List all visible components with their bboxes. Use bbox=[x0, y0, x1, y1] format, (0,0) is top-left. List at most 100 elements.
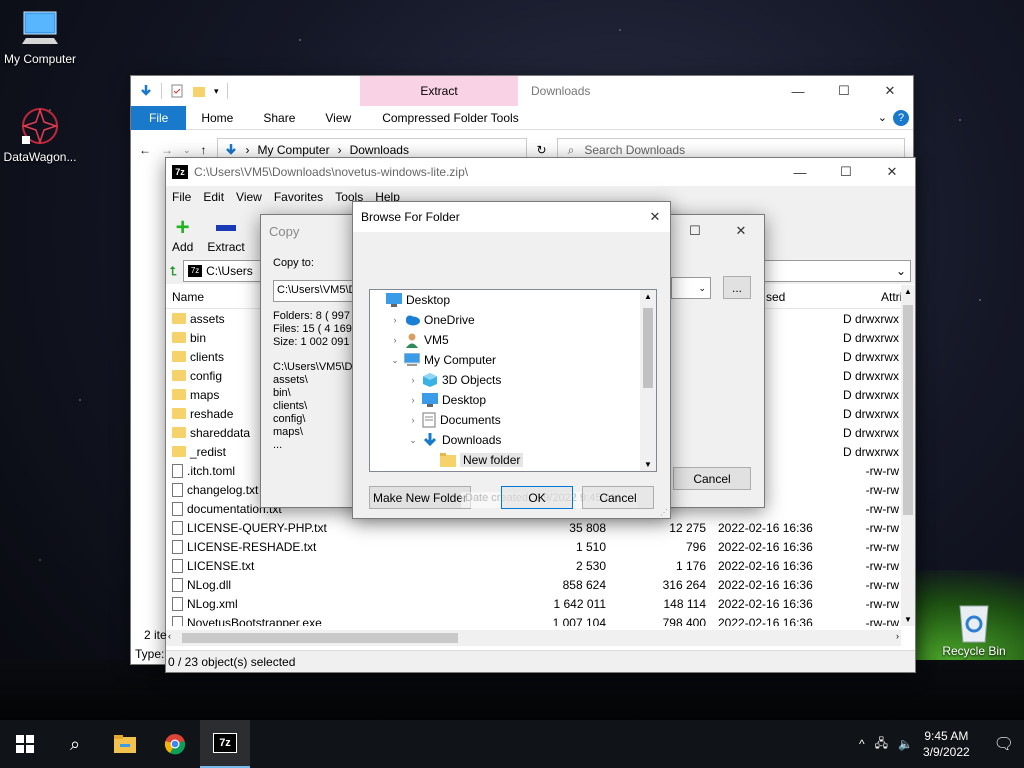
browse-cancel-button[interactable]: Cancel bbox=[582, 486, 654, 509]
tree-item[interactable]: New folder bbox=[370, 450, 656, 470]
scroll-left-icon[interactable]: ‹ bbox=[168, 631, 171, 641]
maximize-button[interactable]: ☐ bbox=[821, 76, 867, 106]
maximize-button[interactable]: ☐ bbox=[823, 158, 869, 186]
folder-up-icon[interactable]: ⮤ bbox=[170, 264, 177, 279]
tree-item[interactable]: › VM5 bbox=[370, 330, 656, 350]
recent-locations-icon[interactable]: ⌄ bbox=[183, 145, 191, 156]
file-list-row[interactable]: NLog.xml 1 642 011 148 114 2022-02-16 16:36… bbox=[166, 594, 901, 613]
up-arrow-icon[interactable]: ↑ bbox=[201, 143, 207, 157]
tree-item[interactable]: › Desktop bbox=[370, 390, 656, 410]
add-button[interactable]: + Add bbox=[172, 216, 193, 255]
column-modified[interactable]: sed bbox=[766, 290, 785, 304]
scroll-right-icon[interactable]: › bbox=[896, 631, 899, 641]
tree-item[interactable]: › Documents bbox=[370, 410, 656, 430]
scroll-down-icon[interactable]: ▼ bbox=[904, 615, 912, 624]
menu-favorites[interactable]: Favorites bbox=[268, 190, 329, 204]
expand-chevron-icon[interactable]: › bbox=[390, 335, 400, 345]
folder-tree[interactable]: Desktop › OneDrive › VM5 ⌄ My Computer › 3D Obje… bbox=[369, 289, 657, 472]
extract-context-tab[interactable]: Extract bbox=[360, 76, 518, 106]
horizontal-scrollbar[interactable]: ‹ › bbox=[166, 630, 901, 646]
menu-view[interactable]: View bbox=[230, 190, 268, 204]
expand-chevron-icon[interactable]: › bbox=[408, 375, 418, 385]
tree-scrollbar[interactable]: ▲ ▼ bbox=[640, 290, 656, 471]
ribbon-expand-icon[interactable]: ⌄ bbox=[878, 111, 893, 124]
tree-item[interactable]: Desktop bbox=[370, 290, 656, 310]
tree-item[interactable]: ⌄ Downloads bbox=[370, 430, 656, 450]
taskbar-chrome[interactable] bbox=[150, 720, 200, 768]
file-list-row[interactable]: NLog.dll 858 624 316 264 2022-02-16 16:36 -r… bbox=[166, 575, 901, 594]
tab-home[interactable]: Home bbox=[186, 106, 248, 130]
chevron-down-icon[interactable]: ⌄ bbox=[896, 264, 910, 278]
maximize-button[interactable]: ☐ bbox=[672, 215, 718, 247]
menu-file[interactable]: File bbox=[166, 190, 197, 204]
file-icon bbox=[172, 482, 183, 497]
tree-item[interactable]: › 3D Objects bbox=[370, 370, 656, 390]
desktop-icon-my-computer[interactable]: My Computer bbox=[0, 8, 80, 66]
customize-qa-dropdown[interactable]: ▾ bbox=[214, 86, 219, 97]
back-arrow-icon[interactable]: ← bbox=[139, 143, 151, 157]
taskbar-file-explorer[interactable] bbox=[100, 720, 150, 768]
ok-button[interactable]: OK bbox=[501, 486, 573, 509]
file-list-row[interactable]: LICENSE-QUERY-PHP.txt 35 808 12 275 2022-02… bbox=[166, 518, 901, 537]
scroll-down-icon[interactable]: ▼ bbox=[644, 460, 652, 469]
scroll-up-icon[interactable]: ▲ bbox=[644, 292, 652, 301]
tree-item[interactable]: ⌄ My Computer bbox=[370, 350, 656, 370]
tab-compressed-folder-tools[interactable]: Compressed Folder Tools bbox=[366, 106, 534, 130]
expand-chevron-icon[interactable]: › bbox=[390, 315, 400, 325]
search-button[interactable]: ⌕ bbox=[50, 720, 100, 768]
make-new-folder-button[interactable]: Make New Folder bbox=[369, 486, 471, 509]
download-arrow-icon[interactable] bbox=[139, 84, 153, 98]
close-button[interactable]: ✕ bbox=[867, 76, 913, 106]
desktop-icon-recycle-bin[interactable]: Recycle Bin bbox=[934, 600, 1014, 658]
taskbar-7zip[interactable]: 7z bbox=[200, 720, 250, 768]
network-icon[interactable]: 🖧 bbox=[875, 734, 888, 755]
extract-button[interactable]: Extract bbox=[207, 216, 245, 254]
scroll-up-icon[interactable]: ▲ bbox=[904, 287, 912, 296]
7zip-titlebar[interactable]: 7z C:\Users\VM5\Downloads\novetus-window… bbox=[166, 158, 915, 186]
show-hidden-icons-icon[interactable]: ^ bbox=[859, 737, 865, 751]
close-button[interactable]: ✕ bbox=[640, 202, 670, 232]
explorer-titlebar[interactable]: ▾ Extract Downloads — ☐ ✕ bbox=[131, 76, 913, 106]
browse-button[interactable]: ... bbox=[723, 276, 751, 299]
browse-for-folder-dialog[interactable]: Browse For Folder ✕ Desktop › OneDrive › VM5… bbox=[352, 201, 671, 519]
menu-edit[interactable]: Edit bbox=[197, 190, 230, 204]
hscroll-thumb[interactable] bbox=[182, 633, 458, 643]
file-list-row[interactable]: NovetusBootstrapper.exe 1 007 104 798 400 2… bbox=[166, 613, 901, 626]
clock[interactable]: 9:45 AM 3/9/2022 bbox=[923, 728, 970, 760]
copy-path-dropdown[interactable]: ⌄ bbox=[671, 277, 711, 299]
desktop-icon-datawagon[interactable]: DataWagon... bbox=[0, 106, 80, 164]
file-list-row[interactable]: LICENSE.txt 2 530 1 176 2022-02-16 16:36 -rw… bbox=[166, 556, 901, 575]
properties-icon[interactable] bbox=[170, 84, 184, 98]
scroll-thumb[interactable] bbox=[903, 305, 913, 515]
tab-view[interactable]: View bbox=[310, 106, 366, 130]
vertical-scrollbar[interactable]: ▲ ▼ bbox=[901, 285, 915, 626]
start-button[interactable] bbox=[0, 720, 50, 768]
tab-file[interactable]: File bbox=[131, 105, 187, 130]
expand-chevron-icon[interactable]: › bbox=[408, 395, 418, 405]
resize-grip-icon[interactable]: ⋰ bbox=[660, 508, 668, 517]
collapse-chevron-icon[interactable]: ⌄ bbox=[408, 435, 418, 446]
volume-icon[interactable]: 🔈 bbox=[898, 737, 913, 751]
help-icon[interactable]: ? bbox=[893, 109, 909, 126]
close-button[interactable]: ✕ bbox=[718, 215, 764, 247]
expand-chevron-icon[interactable]: › bbox=[408, 415, 418, 425]
breadcrumb-my-computer[interactable]: My Computer bbox=[258, 143, 330, 157]
minimize-button[interactable]: — bbox=[775, 76, 821, 106]
tab-share[interactable]: Share bbox=[248, 106, 310, 130]
forward-arrow-icon[interactable]: → bbox=[161, 143, 173, 157]
refresh-icon[interactable]: ↻ bbox=[537, 143, 547, 157]
tree-scroll-thumb[interactable] bbox=[643, 308, 653, 388]
breadcrumb-downloads[interactable]: Downloads bbox=[350, 143, 409, 157]
tree-item[interactable]: › OneDrive bbox=[370, 310, 656, 330]
archive-icon: 7z bbox=[188, 265, 203, 277]
copy-path-input[interactable]: C:\Users\VM5\D bbox=[273, 280, 357, 302]
minimize-button[interactable]: — bbox=[777, 158, 823, 186]
file-list-row[interactable]: LICENSE-RESHADE.txt 1 510 796 2022-02-16 16… bbox=[166, 537, 901, 556]
browse-titlebar[interactable]: Browse For Folder ✕ bbox=[353, 202, 670, 232]
copy-cancel-button[interactable]: Cancel bbox=[673, 467, 751, 490]
notifications-icon[interactable]: 🗨 bbox=[994, 734, 1014, 754]
new-folder-icon[interactable] bbox=[192, 84, 206, 98]
close-button[interactable]: ✕ bbox=[869, 158, 915, 186]
column-attributes[interactable]: Attrib bbox=[841, 290, 901, 304]
collapse-chevron-icon[interactable]: ⌄ bbox=[390, 355, 400, 366]
